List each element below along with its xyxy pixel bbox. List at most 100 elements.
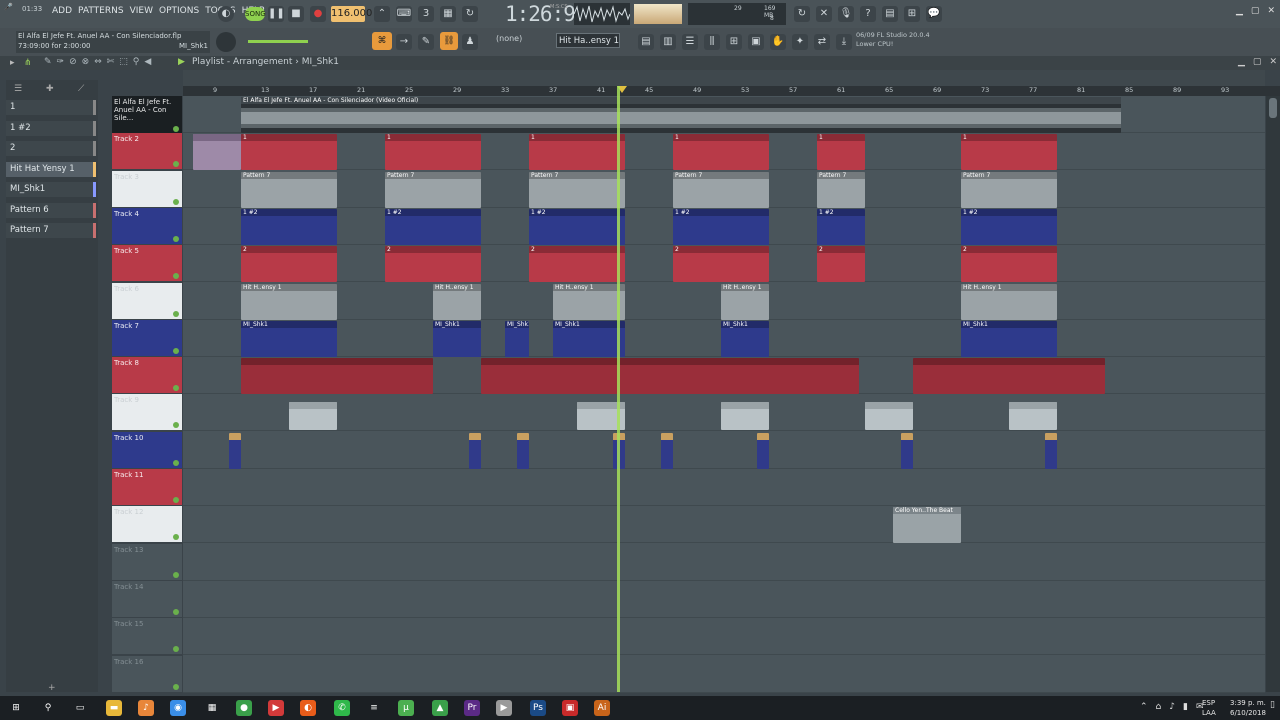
picker-brush-icon[interactable]: ⟋ xyxy=(78,84,84,94)
play-button[interactable]: ❚❚ xyxy=(268,6,285,22)
cloud-icon[interactable]: ⇄ xyxy=(814,34,830,50)
tray-arrow-icon[interactable]: ⌃ xyxy=(1140,702,1148,712)
pattern-clip[interactable]: 1 #2 xyxy=(385,208,481,245)
playlist-lane[interactable] xyxy=(183,544,1265,581)
playlist-minimize-icon[interactable]: ▁ xyxy=(1238,57,1245,67)
timeline-ruler[interactable]: 9 13 17 21 25 29 33 37 41 45 49 53 57 61 65 69 73 77 81 85 8… xyxy=(183,86,1280,96)
clock[interactable]: 3:39 p. m. 6/10/2018 xyxy=(1230,698,1266,718)
audio-clip[interactable] xyxy=(517,432,529,469)
track-header[interactable]: Track 4 xyxy=(112,207,182,244)
track-mute-led-icon[interactable] xyxy=(173,273,179,280)
overview-strip[interactable] xyxy=(183,70,1265,86)
pattern-clip[interactable]: Pattern 7 xyxy=(529,171,625,208)
record-button[interactable]: ● xyxy=(310,6,326,22)
track-header[interactable]: Track 11 xyxy=(112,469,182,505)
picker-item[interactable]: Hit Hat Yensy 1 xyxy=(6,161,96,177)
zoom-tool-icon[interactable]: ⚲ xyxy=(133,57,140,67)
pattern-clip[interactable]: 1 xyxy=(529,134,625,171)
battery-icon[interactable]: ▮ xyxy=(1183,702,1188,712)
track-header[interactable]: Track 10 xyxy=(112,431,182,468)
track-mute-led-icon[interactable] xyxy=(173,571,179,578)
premiere-icon[interactable]: Pr xyxy=(464,700,480,716)
picker-item[interactable]: Pattern 7 xyxy=(6,223,96,238)
pattern-clip[interactable]: 1 xyxy=(673,134,769,171)
playlist-lane[interactable] xyxy=(183,432,1265,469)
arrow-icon[interactable]: → xyxy=(396,34,412,50)
stamp-icon[interactable]: ♟ xyxy=(462,34,478,50)
playlist-lane[interactable] xyxy=(183,618,1265,656)
track-header[interactable]: Track 7 xyxy=(112,319,182,356)
app-icon-6[interactable]: ▣ xyxy=(562,700,578,716)
audio-clip[interactable] xyxy=(229,432,241,469)
minimize-icon[interactable]: ▁ xyxy=(1236,6,1243,16)
mixer-icon[interactable]: ✕ xyxy=(816,6,832,22)
notification-icon[interactable]: ▯ xyxy=(1270,700,1275,710)
lang-1[interactable]: ESP xyxy=(1202,698,1216,708)
fl-studio-icon[interactable]: ♪ xyxy=(138,700,154,716)
audio-clip[interactable] xyxy=(757,432,769,469)
app-icon-5[interactable]: ▶ xyxy=(496,700,512,716)
track-mute-led-icon[interactable] xyxy=(173,235,179,242)
pattern-clip[interactable]: 1 xyxy=(961,134,1057,171)
pattern-clip[interactable] xyxy=(241,358,433,395)
track-header[interactable]: Track 14 xyxy=(112,580,182,617)
pattern-clip[interactable]: MI_Shk1 xyxy=(721,320,769,357)
audio-clip[interactable] xyxy=(289,402,337,431)
pattern-clip[interactable]: Hit H..ensy 1 xyxy=(433,283,481,320)
track-mute-led-icon[interactable] xyxy=(173,683,179,690)
loop-record-icon[interactable]: ↻ xyxy=(462,6,478,22)
whatsapp-icon[interactable]: ✆ xyxy=(334,700,350,716)
track-header[interactable]: Track 16 xyxy=(112,655,182,692)
file-explorer-icon[interactable]: ▬ xyxy=(106,700,122,716)
tempo-tap-icon[interactable]: ✦ xyxy=(792,34,808,50)
windows-start-icon[interactable]: ⊞ xyxy=(8,700,24,716)
pattern-clip[interactable]: 1 #2 xyxy=(961,208,1057,245)
audio-clip[interactable] xyxy=(1009,402,1057,431)
track-header[interactable]: Track 12 xyxy=(112,506,182,543)
audio-clip[interactable] xyxy=(721,402,769,431)
volume-knob-icon[interactable] xyxy=(216,32,236,52)
pattern-clip[interactable]: 1 xyxy=(385,134,481,171)
search-icon[interactable]: ⚲ xyxy=(40,700,56,716)
stop-button[interactable]: ■ xyxy=(288,6,304,22)
slip-tool-icon[interactable]: ⇔ xyxy=(94,57,102,67)
track-header[interactable]: Track 6 xyxy=(112,282,182,319)
pattern-clip[interactable]: 1 #2 xyxy=(673,208,769,245)
menu-patterns[interactable]: PATTERNS xyxy=(78,6,124,16)
touch-icon[interactable]: ✋ xyxy=(770,34,786,50)
pattern-clip[interactable]: 1 #2 xyxy=(241,208,337,245)
track-mute-led-icon[interactable] xyxy=(173,646,179,653)
pattern-clip[interactable]: 1 xyxy=(817,134,865,171)
app-icon-1[interactable]: ● xyxy=(236,700,252,716)
pattern-clip[interactable]: 1 #2 xyxy=(817,208,865,245)
audio-clip[interactable] xyxy=(469,432,481,469)
pattern-clip[interactable]: Hit H..ensy 1 xyxy=(553,283,625,320)
picker-item[interactable]: 1 #2 xyxy=(6,120,96,136)
pattern-clip[interactable]: MI_Shk1 xyxy=(553,320,625,357)
playlist-lane[interactable] xyxy=(183,506,1265,544)
pattern-clip[interactable]: 2 xyxy=(961,246,1057,283)
pattern-clip[interactable]: MI_Shk1 xyxy=(433,320,481,357)
track-header[interactable]: Track 5 xyxy=(112,245,182,282)
mute-tool-icon[interactable]: ⊗ xyxy=(82,57,90,67)
task-view-icon[interactable]: ▭ xyxy=(72,700,88,716)
metronome-icon[interactable]: ⌃ xyxy=(374,6,390,22)
playlist-lanes[interactable]: El Alfa El Jefe Ft. Anuel AA - Con Silen… xyxy=(183,96,1265,693)
audio-clip[interactable]: El Alfa El Jefe Ft. Anuel AA - Con Silen… xyxy=(241,97,1121,133)
illustrator-icon[interactable]: Ai xyxy=(594,700,610,716)
audio-clip[interactable]: Cello Yen..The Beat xyxy=(893,507,961,544)
pattern-clip[interactable]: MI_Shk1 xyxy=(505,320,529,357)
calculator-icon[interactable]: ▦ xyxy=(204,700,220,716)
piano-roll-icon[interactable]: ▥ xyxy=(660,34,676,50)
picker-add-icon[interactable]: ✚ xyxy=(46,84,54,94)
countdown-icon[interactable]: 3 xyxy=(418,6,434,22)
audio-clip[interactable] xyxy=(661,432,673,469)
pattern-clip[interactable]: 1 #2 xyxy=(529,208,625,245)
playlist-arrow-icon[interactable]: ▸ xyxy=(10,58,15,68)
menu-view[interactable]: VIEW xyxy=(130,6,153,16)
pencil-icon[interactable]: ✎ xyxy=(418,34,434,50)
track-header[interactable]: Track 3 xyxy=(112,170,182,207)
playlist-close-icon[interactable]: ✕ xyxy=(1269,57,1277,67)
track-header[interactable]: El Alfa El Jefe Ft. Anuel AA - Con Sile.… xyxy=(112,96,182,134)
pattern-clip[interactable]: 2 xyxy=(385,246,481,283)
